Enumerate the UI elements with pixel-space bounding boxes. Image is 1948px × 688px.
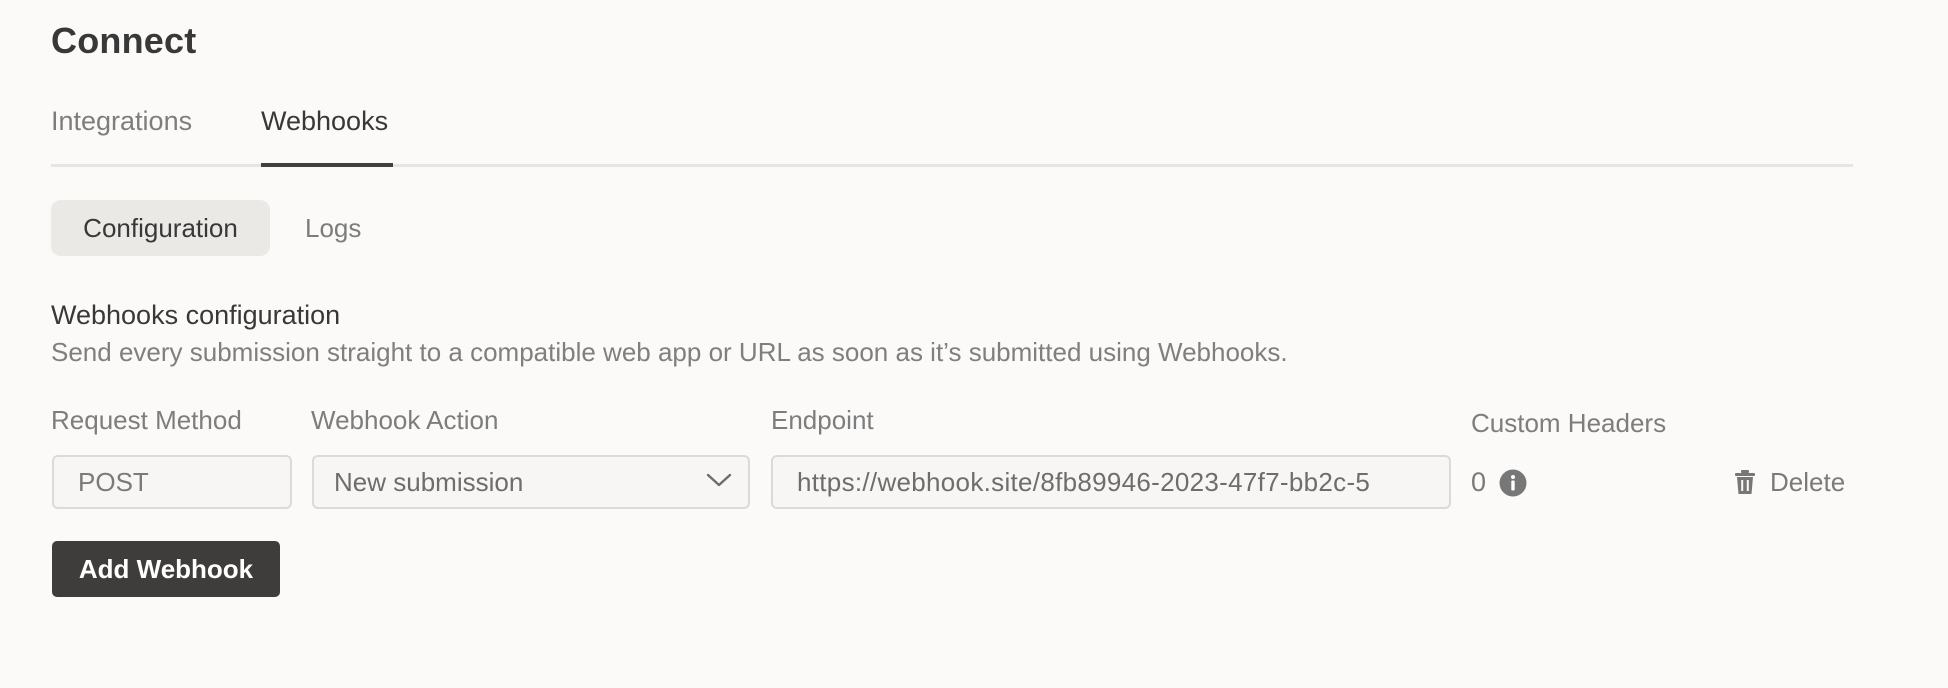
delete-label: Delete — [1770, 466, 1846, 497]
page-title: Connect — [51, 20, 197, 61]
section-title: Webhooks configuration — [51, 300, 341, 330]
custom-headers-count: 0 — [1471, 467, 1487, 497]
chevron-down-icon — [706, 473, 732, 487]
subtab-logs[interactable]: Logs — [305, 200, 361, 256]
endpoint-input[interactable]: https://webhook.site/8fb89946-2023-47f7-… — [771, 455, 1451, 509]
webhook-action-value: New submission — [334, 467, 524, 497]
tab-integrations[interactable]: Integrations — [51, 106, 192, 137]
delete-button[interactable]: Delete — [1734, 466, 1845, 498]
webhook-action-select[interactable]: New submission — [312, 455, 750, 509]
tab-webhooks[interactable]: Webhooks — [261, 106, 388, 137]
request-method-field: POST — [52, 455, 292, 509]
subtab-configuration[interactable]: Configuration — [51, 200, 270, 256]
custom-headers-label: Custom Headers — [1471, 408, 1667, 438]
trash-icon — [1735, 470, 1755, 494]
request-method-label: Request Method — [51, 405, 242, 435]
tab-bar: Integrations Webhooks — [51, 100, 1853, 167]
webhook-action-label: Webhook Action — [311, 405, 499, 435]
add-webhook-button[interactable]: Add Webhook — [52, 541, 280, 597]
active-tab-indicator — [261, 163, 393, 167]
info-icon[interactable] — [1499, 469, 1527, 497]
section-description: Send every submission straight to a comp… — [51, 337, 1288, 367]
endpoint-label: Endpoint — [771, 405, 874, 435]
